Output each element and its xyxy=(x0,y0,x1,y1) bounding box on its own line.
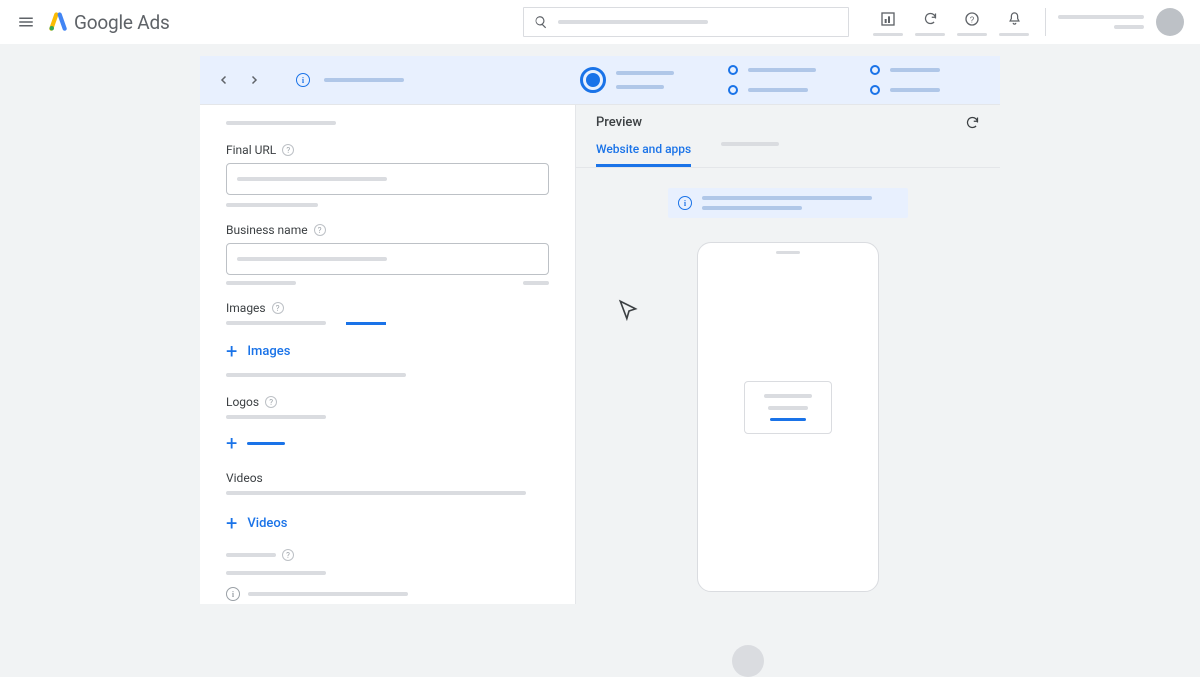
preview-info-banner: i xyxy=(668,188,908,218)
wizard-step-2[interactable] xyxy=(728,65,816,95)
logo[interactable]: Google Ads xyxy=(48,11,170,34)
search-placeholder xyxy=(558,20,708,24)
logo-text: Google Ads xyxy=(74,11,170,34)
svg-text:?: ? xyxy=(970,15,975,24)
images-tab-active[interactable] xyxy=(346,322,386,325)
plus-icon: + xyxy=(226,433,237,453)
search-icon xyxy=(534,15,548,29)
preview-ad-card xyxy=(744,381,832,434)
preview-tab-website-apps[interactable]: Website and apps xyxy=(596,134,691,167)
help-icon[interactable]: ? xyxy=(314,224,326,236)
wizard-step-current[interactable] xyxy=(580,67,674,93)
phone-preview-frame xyxy=(697,242,879,592)
final-url-label: Final URL ? xyxy=(226,143,549,157)
preview-tab-other[interactable] xyxy=(721,134,779,167)
wizard-step-3[interactable] xyxy=(870,65,940,95)
help-icon[interactable]: ? xyxy=(265,396,277,408)
fab-button[interactable] xyxy=(732,645,764,677)
add-videos-button[interactable]: + Videos xyxy=(226,507,549,539)
app-header: Google Ads ? xyxy=(0,0,1200,44)
google-ads-logo-icon xyxy=(48,12,68,32)
editor-panel: Final URL ? Business name ? Images ? xyxy=(200,104,1000,604)
help-icon[interactable]: ? xyxy=(272,302,284,314)
phone-notch xyxy=(776,251,800,254)
info-icon: i xyxy=(678,196,692,210)
refresh-icon[interactable] xyxy=(911,9,949,29)
avatar[interactable] xyxy=(1156,8,1184,36)
info-icon: i xyxy=(226,587,240,601)
preview-column: Preview Website and apps i xyxy=(575,105,1000,604)
account-info xyxy=(1058,15,1144,29)
plus-icon: + xyxy=(226,341,237,361)
add-images-button[interactable]: + Images xyxy=(226,335,549,367)
videos-label: Videos xyxy=(226,471,549,485)
add-logos-button[interactable]: + xyxy=(226,427,549,459)
search-input[interactable] xyxy=(523,7,849,37)
help-icon[interactable]: ? xyxy=(953,9,991,29)
final-url-input[interactable] xyxy=(226,163,549,195)
notifications-icon[interactable] xyxy=(995,9,1033,29)
logos-label: Logos ? xyxy=(226,395,549,409)
plus-icon: + xyxy=(226,513,237,533)
help-icon[interactable]: ? xyxy=(282,144,294,156)
forward-button[interactable] xyxy=(246,72,262,88)
business-name-label: Business name ? xyxy=(226,223,549,237)
preview-refresh-icon[interactable] xyxy=(965,115,980,130)
menu-icon[interactable] xyxy=(16,12,36,32)
back-button[interactable] xyxy=(216,72,232,88)
cursor-icon xyxy=(616,298,642,324)
info-icon[interactable]: i xyxy=(296,73,310,87)
wizard-stepper-bar: i xyxy=(200,56,1000,104)
preview-title: Preview xyxy=(596,115,642,130)
images-label: Images ? xyxy=(226,301,549,315)
form-column: Final URL ? Business name ? Images ? xyxy=(200,105,575,604)
reports-icon[interactable] xyxy=(869,9,907,29)
business-name-input[interactable] xyxy=(226,243,549,275)
images-tabs xyxy=(226,321,549,325)
help-icon[interactable]: ? xyxy=(282,549,294,561)
